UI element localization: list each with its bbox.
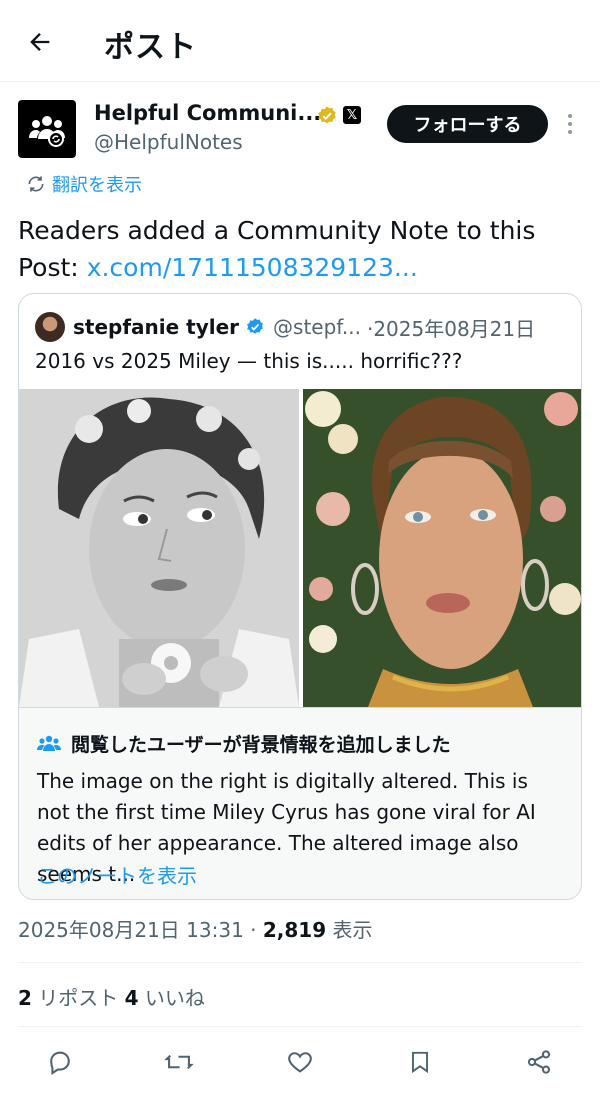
repost-icon: [164, 1054, 194, 1070]
more-dot: [568, 122, 572, 126]
translate-label: 翻訳を表示: [52, 175, 142, 196]
likes-label[interactable]: いいね: [139, 986, 205, 1010]
author-display-name[interactable]: Helpful Communi...: [94, 101, 321, 125]
community-notes-logo-icon: [29, 116, 65, 147]
page-title: ポスト: [104, 30, 197, 65]
post-meta: 2025年08月21日 13:31 · 2,819 表示: [18, 914, 373, 943]
views-label: 表示: [326, 918, 373, 942]
bookmark-icon: [411, 1051, 429, 1074]
quoted-avatar[interactable]: [35, 312, 65, 342]
quoted-handle[interactable]: @stepf...: [273, 315, 361, 339]
author-handle[interactable]: @HelpfulNotes: [94, 130, 243, 154]
post-datetime[interactable]: 2025年08月21日 13:31 ·: [18, 918, 263, 942]
quoted-text: 2016 vs 2025 Miley — this is..... horrif…: [35, 349, 463, 373]
divider: [18, 1026, 582, 1027]
share-icon: [527, 1050, 551, 1074]
x-affiliate-icon: 𝕏: [343, 106, 361, 124]
post-stats: 2 リポスト 4 いいね: [18, 982, 205, 1011]
bookmark-button[interactable]: [404, 1046, 436, 1078]
show-note-link[interactable]: このノートを表示: [37, 860, 197, 889]
more-options-button[interactable]: [558, 110, 582, 138]
post-link[interactable]: x.com/17111508329123...: [87, 253, 418, 282]
arrow-left-icon: [30, 33, 50, 51]
post-author: Helpful Communi... 𝕏 @HelpfulNotes フォローす…: [18, 100, 582, 162]
quoted-date: ·2025年08月21日: [366, 316, 536, 341]
divider: [18, 962, 582, 963]
more-dot: [568, 130, 572, 134]
reply-button[interactable]: [44, 1046, 76, 1078]
reply-icon: [50, 1051, 70, 1076]
verified-gold-icon: [318, 106, 336, 124]
photo-left[interactable]: [19, 389, 299, 707]
share-button[interactable]: [523, 1046, 555, 1078]
follow-button[interactable]: フォローする: [387, 105, 548, 143]
like-button[interactable]: [284, 1046, 316, 1078]
people-icon: [37, 735, 61, 751]
translate-icon: [28, 176, 44, 192]
community-note-heading: 閲覧したユーザーが背景情報を追加しました: [71, 734, 451, 756]
top-bar: ポスト: [0, 0, 600, 82]
community-note: 閲覧したユーザーが背景情報を追加しました The image on the ri…: [19, 707, 581, 899]
heart-icon: [288, 1052, 312, 1073]
post-text: Readers added a Community Note to this P…: [18, 212, 578, 286]
repost-button[interactable]: [163, 1046, 195, 1078]
photo-right[interactable]: [303, 389, 581, 707]
likes-count[interactable]: 4: [125, 986, 139, 1010]
reposts-label[interactable]: リポスト: [32, 986, 125, 1010]
more-dots-icon: [568, 114, 572, 118]
color-portrait-illustration: [303, 389, 581, 707]
quoted-post-header: stepfanie tyler @stepf... ·2025年08月21日: [35, 312, 575, 342]
translate-link[interactable]: 翻訳を表示: [26, 171, 142, 197]
views-count: 2,819: [262, 918, 327, 942]
reposts-count[interactable]: 2: [18, 986, 32, 1010]
quoted-post[interactable]: stepfanie tyler @stepf... ·2025年08月21日 2…: [18, 293, 582, 900]
back-button[interactable]: [22, 24, 58, 60]
quoted-media: [19, 389, 581, 707]
bw-portrait-illustration: [19, 389, 299, 707]
action-bar: [0, 1040, 600, 1084]
avatar[interactable]: [18, 100, 76, 158]
quoted-display-name[interactable]: stepfanie tyler: [73, 315, 239, 339]
verified-blue-icon: [247, 318, 263, 334]
community-note-title: 閲覧したユーザーが背景情報を追加しました: [37, 730, 451, 757]
